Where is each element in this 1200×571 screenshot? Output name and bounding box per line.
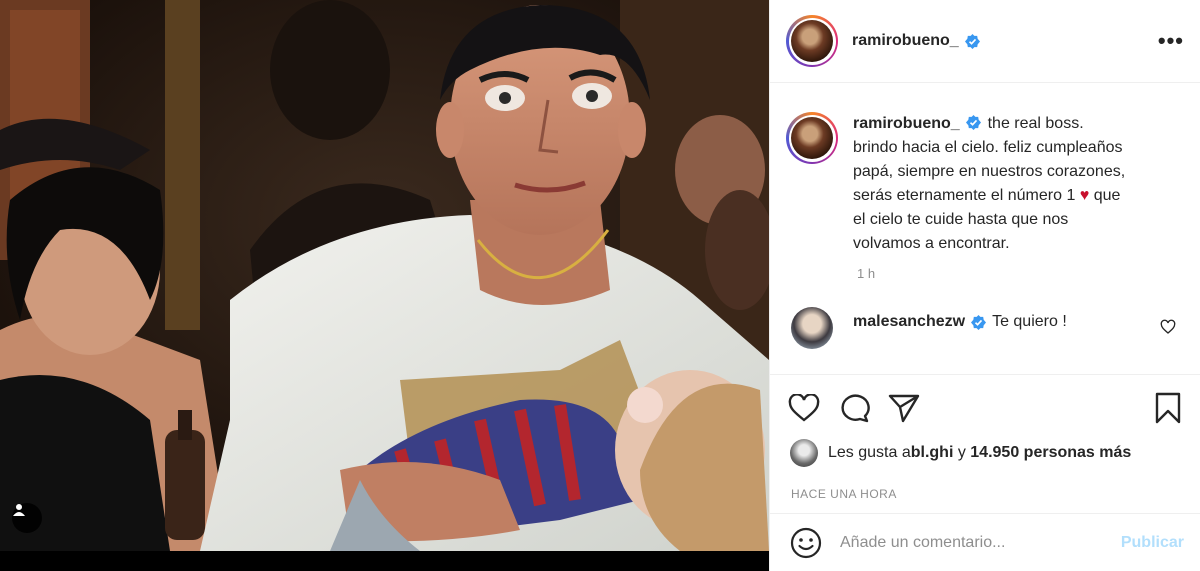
post-timestamp[interactable]: HACE UNA HORA (770, 467, 1200, 501)
liker-username[interactable]: bl.ghi (911, 444, 954, 462)
author-name[interactable]: ramirobueno_ (852, 32, 959, 50)
like-button[interactable] (788, 394, 820, 422)
publish-button[interactable]: Publicar (1121, 534, 1184, 552)
likes-joiner: y (953, 444, 971, 461)
comment-bubble-icon (841, 394, 870, 423)
heart-icon (788, 394, 820, 422)
comment-input[interactable] (840, 533, 1090, 552)
user-icon (13, 504, 25, 516)
caption-line: serás eternamente el número 1 (853, 187, 1076, 204)
action-bar (770, 375, 1200, 425)
comment-like-heart-icon[interactable] (1160, 319, 1176, 335)
comment-body: Te quiero ! (992, 313, 1067, 330)
caption-line: the real boss. (987, 115, 1084, 132)
likes-summary: Les gusta a bl.ghi y 14.950 personas más (770, 425, 1200, 467)
post-caption: ramirobueno_ the real boss. brindo hacia… (770, 84, 1200, 256)
caption-line: brindo hacia el cielo. feliz cumpleaños (853, 139, 1123, 156)
commenter-name[interactable]: malesanchezw (853, 313, 965, 331)
verified-badge-icon (971, 314, 987, 330)
post-photo-art (0, 0, 769, 551)
post-side-panel: ramirobueno_ ••• ramirobueno_ the real b… (769, 0, 1200, 571)
red-heart-emoji-icon: ♥ (1079, 187, 1090, 204)
add-comment-bar: Publicar (770, 513, 1200, 571)
likes-prefix: Les gusta a (828, 444, 911, 461)
caption-line: volvamos a encontrar. (853, 235, 1010, 252)
comments-section: ramirobueno_ the real boss. brindo hacia… (770, 84, 1200, 374)
more-options-button[interactable]: ••• (1158, 30, 1184, 52)
paper-plane-icon (888, 394, 920, 423)
commenter-avatar[interactable] (791, 307, 833, 349)
caption-text: ramirobueno_ the real boss. brindo hacia… (853, 112, 1173, 256)
post-photo[interactable] (0, 0, 769, 551)
comment-item: malesanchezw Te quiero ! (770, 305, 1200, 349)
share-button[interactable] (888, 393, 920, 423)
tagged-users-button[interactable] (12, 503, 42, 533)
save-button[interactable] (1154, 392, 1182, 424)
post-actions: Les gusta a bl.ghi y 14.950 personas más… (770, 374, 1200, 501)
caption-author-avatar[interactable] (786, 112, 838, 164)
comment-button[interactable] (838, 393, 870, 423)
post-header: ramirobueno_ ••• (770, 0, 1200, 83)
likes-count[interactable]: 14.950 personas más (970, 444, 1131, 462)
verified-badge-icon (964, 33, 980, 49)
caption-author-name[interactable]: ramirobueno_ (853, 115, 960, 132)
caption-time[interactable]: 1 h (857, 266, 1200, 281)
author-username[interactable]: ramirobueno_ (852, 32, 980, 50)
emoji-icon[interactable] (790, 527, 822, 559)
verified-badge-icon (966, 115, 982, 130)
author-avatar[interactable] (786, 15, 838, 67)
liker-avatar[interactable] (790, 439, 818, 467)
comment-text: malesanchezw Te quiero ! (853, 313, 1067, 331)
bookmark-icon (1155, 392, 1181, 424)
caption-line: el cielo te cuide hasta que nos (853, 211, 1069, 228)
caption-line: que (1093, 187, 1121, 204)
caption-line: papá, siempre en nuestros corazones, (853, 163, 1126, 180)
